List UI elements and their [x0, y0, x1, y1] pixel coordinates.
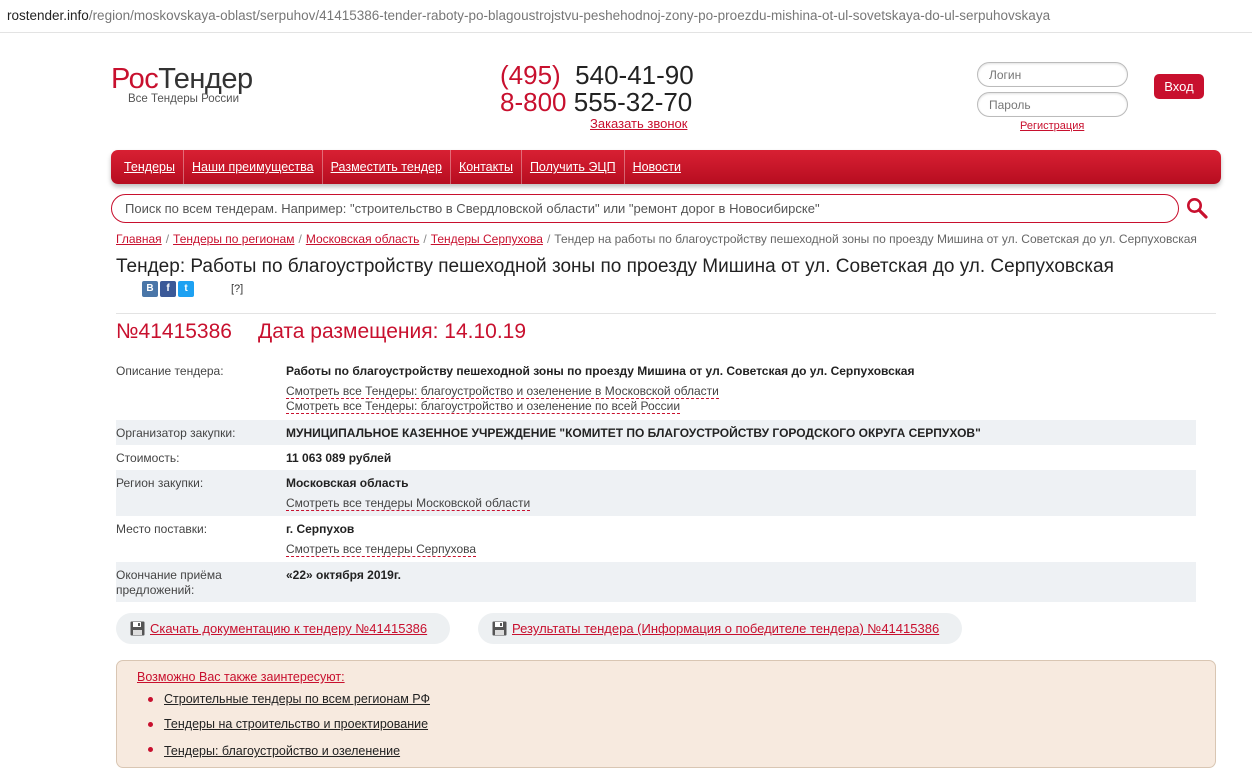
auth-form: Регистрация [977, 62, 1128, 132]
info-row-cost: Стоимость: 11 063 089 рублей [116, 445, 1196, 470]
phone-1-code: (495) [500, 60, 561, 90]
password-input[interactable] [977, 92, 1128, 117]
info-label: Стоимость: [116, 451, 180, 465]
category-region-link[interactable]: Смотреть все Тендеры: благоустройство и … [286, 384, 719, 399]
breadcrumb-separator: / [546, 232, 551, 246]
address-bar[interactable]: rostender.info/region/moskovskaya-oblast… [0, 0, 1252, 33]
info-row-place: Место поставки: г. Серпухов Смотреть все… [116, 516, 1196, 562]
tender-number: №41415386 [116, 320, 232, 343]
nav-item-contacts[interactable]: Контакты [451, 150, 522, 184]
info-label: Место поставки: [116, 522, 208, 536]
search-icon[interactable] [1186, 197, 1208, 219]
related-tenders-box: Возможно Вас также заинтересуют: Строите… [116, 660, 1216, 768]
tender-results-button[interactable]: Результаты тендера (Информация о победит… [478, 613, 963, 644]
breadcrumb-home[interactable]: Главная [116, 232, 162, 246]
logo-slogan: Все Тендеры России [128, 93, 240, 105]
breadcrumb-separator: / [423, 232, 427, 246]
logo-part-tender: Тендер [158, 63, 253, 95]
social-share: В f t [142, 281, 194, 297]
site-logo[interactable]: РосТендер Все Тендеры России [111, 63, 253, 105]
info-label: Регион закупки: [116, 476, 204, 490]
login-input[interactable] [977, 62, 1128, 87]
phone-1-number: 540-41-90 [575, 60, 694, 90]
nav-item-ecp[interactable]: Получить ЭЦП [522, 150, 625, 184]
related-link-landscaping[interactable]: Тендеры: благоустройство и озеленение [164, 744, 400, 758]
nav-item-advantages[interactable]: Наши преимущества [184, 150, 323, 184]
register-link[interactable]: Регистрация [1020, 120, 1084, 132]
list-item[interactable]: Строительные тендеры по всем регионам РФ [147, 692, 430, 717]
info-row-deadline: Окончание приёма предложений: «22» октяб… [116, 562, 1196, 602]
description-value: Работы по благоустройству пешеходной зон… [286, 364, 915, 378]
twitter-icon[interactable]: t [178, 281, 194, 297]
region-tenders-link[interactable]: Смотреть все тендеры Московской области [286, 496, 531, 511]
list-item[interactable]: Тендеры: благоустройство и озеленение [147, 742, 430, 767]
deadline-label-line2: предложений: [116, 583, 195, 597]
place-value: г. Серпухов [286, 522, 355, 536]
breadcrumb-separator: / [298, 232, 302, 246]
info-row-region: Регион закупки: Московская область Смотр… [116, 470, 1196, 516]
related-link-construction-design[interactable]: Тендеры на строительство и проектировани… [164, 717, 428, 731]
logo-part-ros: Рос [111, 63, 159, 95]
phone-1: (495) 540-41-90 [500, 62, 700, 89]
category-russia-link[interactable]: Смотреть все Тендеры: благоустройство и … [286, 399, 681, 414]
organizer-value: МУНИЦИПАЛЬНОЕ КАЗЕННОЕ УЧРЕЖДЕНИЕ "КОМИТ… [286, 426, 981, 440]
info-row-description: Описание тендера: Работы по благоустройс… [116, 358, 1196, 420]
breadcrumb-serpukhov[interactable]: Тендеры Серпухова [431, 232, 543, 246]
breadcrumb-moscow-oblast[interactable]: Московская область [306, 232, 420, 246]
nav-item-place-tender[interactable]: Разместить тендер [323, 150, 451, 184]
deadline-value: «22» октября 2019г. [286, 568, 401, 582]
breadcrumb-regions[interactable]: Тендеры по регионам [173, 232, 294, 246]
related-link-construction-rf[interactable]: Строительные тендеры по всем регионам РФ [164, 692, 430, 706]
phone-2: 8-800 555-32-70 [500, 89, 700, 116]
breadcrumb-separator: / [165, 232, 170, 246]
list-item[interactable]: Тендеры на строительство и проектировани… [147, 717, 430, 742]
info-label: Описание тендера: [116, 364, 224, 378]
search-input[interactable] [111, 194, 1179, 223]
tender-results-label[interactable]: Результаты тендера (Информация о победит… [512, 621, 939, 636]
url-host: rostender.info [7, 8, 89, 23]
callback-link[interactable]: Заказать звонок [590, 116, 687, 131]
info-label-deadline: Окончание приёма предложений: [116, 562, 286, 602]
phone-2-number: 555-32-70 [573, 87, 693, 117]
divider [116, 313, 1216, 314]
nav-item-news[interactable]: Новости [625, 150, 689, 184]
login-button[interactable]: Вход [1154, 74, 1204, 99]
info-label: Организатор закупки: [116, 426, 236, 440]
download-docs-button[interactable]: Скачать документацию к тендеру №41415386 [116, 613, 451, 644]
help-link[interactable]: [?] [231, 283, 243, 295]
tender-date: Дата размещения: 14.10.19 [257, 320, 527, 343]
page-title: Тендер: Работы по благоустройству пешехо… [116, 256, 1114, 277]
city-tenders-link[interactable]: Смотреть все тендеры Серпухова [286, 542, 477, 557]
tender-info-table: Описание тендера: Работы по благоустройс… [116, 358, 1196, 602]
vk-icon[interactable]: В [142, 281, 158, 297]
url-path: /region/moskovskaya-oblast/serpuhov/4141… [88, 8, 1051, 23]
floppy-disk-icon [492, 621, 507, 636]
phone-block: (495) 540-41-90 8-800 555-32-70 Заказать… [500, 62, 700, 132]
info-row-organizer: Организатор закупки: МУНИЦИПАЛЬНОЕ КАЗЕН… [116, 420, 1196, 445]
deadline-label-line1: Окончание приёма [116, 568, 222, 582]
facebook-icon[interactable]: f [160, 281, 176, 297]
cost-value: 11 063 089 рублей [286, 451, 392, 465]
phone-2-code: 8-800 [500, 87, 567, 117]
breadcrumb: Главная / Тендеры по регионам / Московская о… [116, 232, 1197, 246]
download-docs-label[interactable]: Скачать документацию к тендеру №41415386 [150, 621, 427, 636]
related-title[interactable]: Возможно Вас также заинтересуют: [137, 670, 345, 684]
main-nav: Тендеры Наши преимущества Разместить тен… [111, 150, 1221, 184]
tender-header: №41415386 Дата размещения: 14.10.19 [116, 320, 526, 344]
breadcrumb-current: Тендер на работы по благоустройству пеше… [554, 232, 1197, 246]
nav-item-tenders[interactable]: Тендеры [116, 150, 184, 184]
floppy-disk-icon [130, 621, 145, 636]
region-value: Московская область [286, 476, 409, 490]
related-list: Строительные тендеры по всем регионам РФ… [147, 692, 430, 767]
